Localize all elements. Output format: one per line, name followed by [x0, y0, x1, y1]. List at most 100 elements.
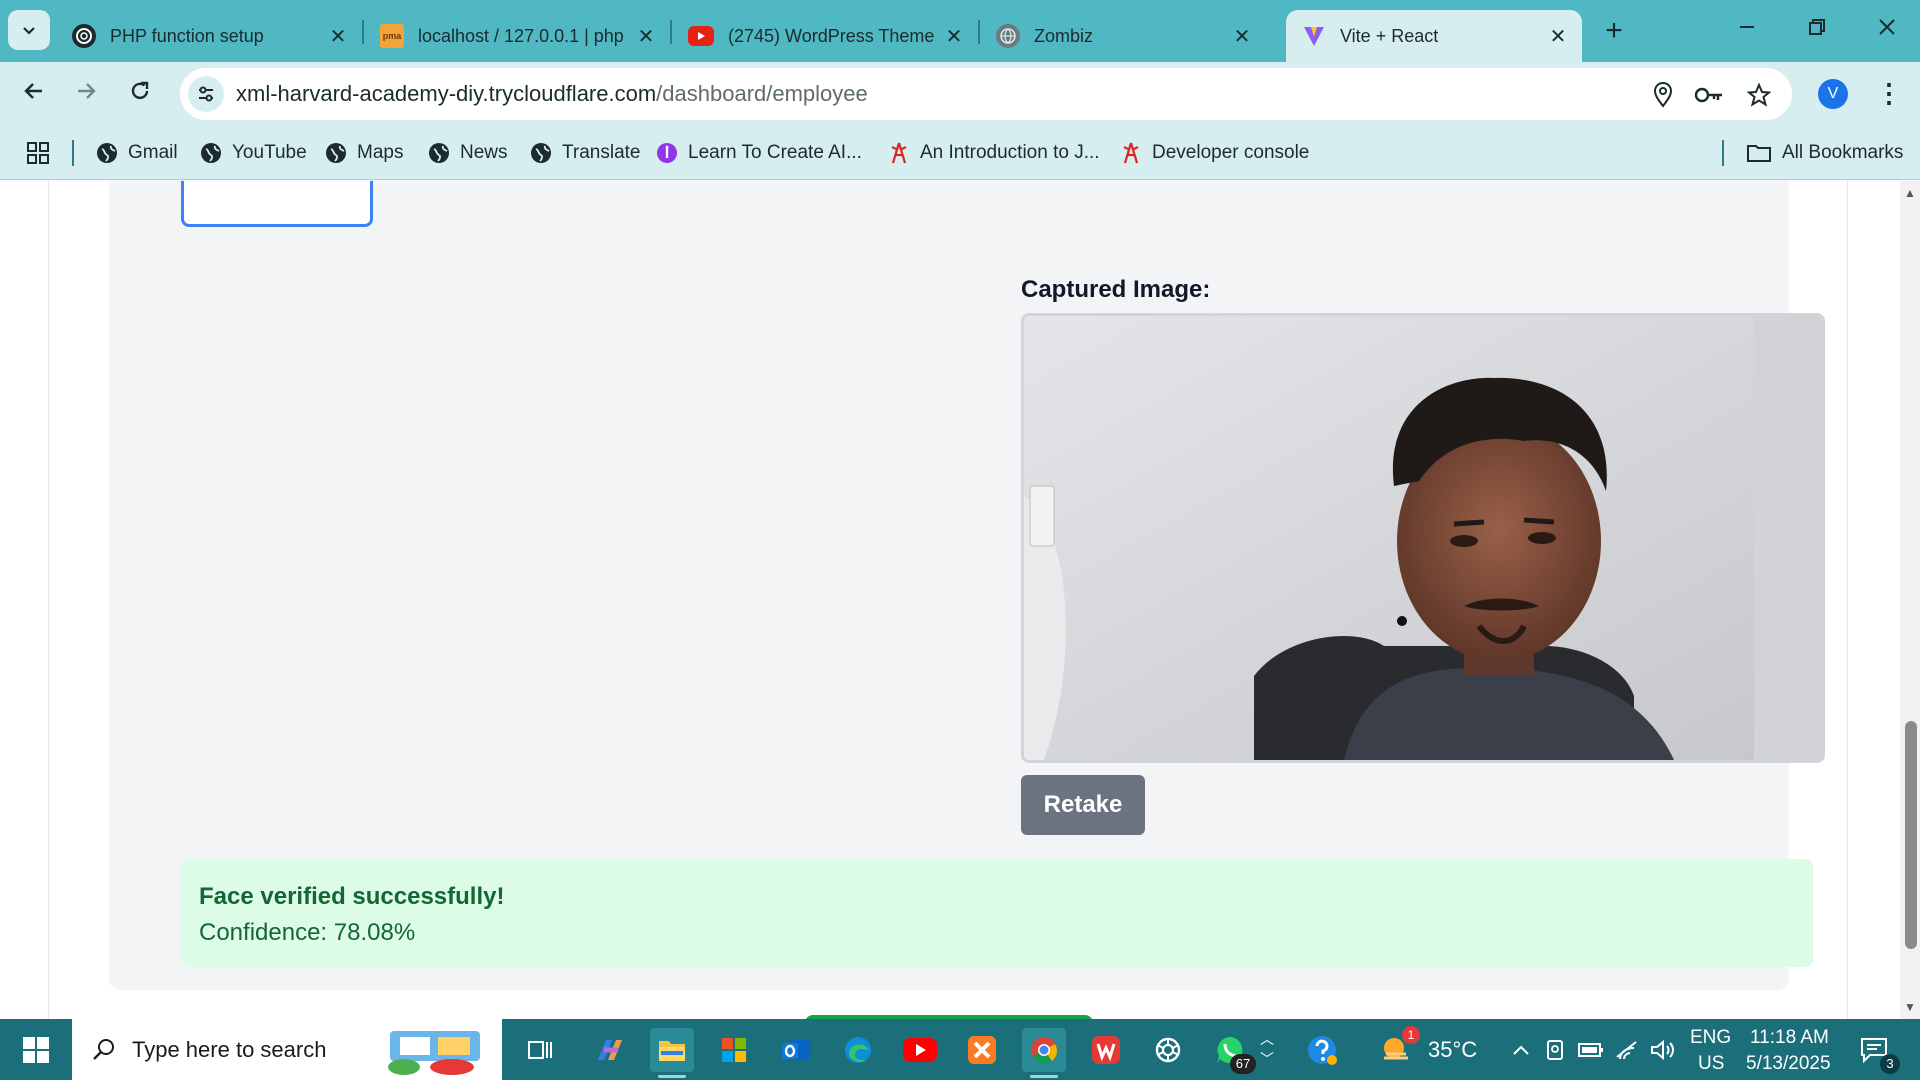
xampp-icon[interactable] [960, 1028, 1004, 1072]
captured-image [1021, 313, 1825, 763]
site-info-icon[interactable] [188, 76, 224, 112]
chevron-up-icon[interactable] [1506, 1028, 1536, 1072]
close-tab-icon[interactable]: ✕ [942, 24, 966, 49]
outlook-icon[interactable] [774, 1028, 818, 1072]
taskbar-overflow-arrows[interactable]: ︿ ﹀ [1256, 1023, 1278, 1075]
bookmark-label: News [460, 142, 508, 163]
tab-search-button[interactable] [8, 10, 50, 50]
result-title: Face verified successfully! [199, 883, 505, 910]
folder-icon [1746, 142, 1772, 164]
new-tab-button[interactable]: + [1596, 14, 1632, 50]
chevron-up-icon: ︿ [1260, 1031, 1274, 1047]
whatsapp-unread-badge: 67 [1230, 1054, 1256, 1074]
bookmark-maps[interactable]: Maps [325, 138, 403, 168]
bookmark-label: An Introduction to J... [920, 142, 1100, 163]
tab-title: PHP function setup [110, 25, 264, 46]
tab-wordpress-theme[interactable]: (2745) WordPress Theme ✕ [672, 10, 978, 62]
edge-icon[interactable] [836, 1028, 880, 1072]
restore-icon[interactable] [1792, 10, 1842, 50]
clock-time[interactable]: 11:18 AM [1750, 1027, 1829, 1049]
tab-php-function-setup[interactable]: PHP function setup ✕ [56, 10, 362, 62]
battery-icon[interactable] [1576, 1028, 1606, 1072]
bookmark-introduction[interactable]: An Introduction to J... [888, 138, 1100, 168]
bookmarks-bar: Gmail YouTube Maps News Translate Learn … [0, 126, 1920, 180]
more-menu-icon[interactable]: ⋮ [1876, 74, 1902, 114]
notifications-icon[interactable]: 3 [1852, 1028, 1900, 1074]
learn-ai-icon [656, 142, 678, 164]
tab-phpmyadmin[interactable]: pma localhost / 127.0.0.1 | php ✕ [364, 10, 670, 62]
search-placeholder: Type here to search [132, 1037, 327, 1062]
clock-date[interactable]: 5/13/2025 [1746, 1053, 1831, 1075]
globe-icon [996, 24, 1020, 48]
chatgpt-icon[interactable] [1146, 1028, 1190, 1072]
copilot-icon[interactable] [588, 1028, 632, 1072]
verification-result: Face verified successfully! Confidence: … [181, 859, 1813, 967]
vite-icon [1302, 24, 1326, 48]
scroll-up-icon[interactable]: ▲ [1900, 185, 1920, 201]
url-text[interactable]: xml-harvard-academy-diy.trycloudflare.co… [236, 81, 868, 107]
chrome-icon[interactable] [1022, 1028, 1066, 1078]
retake-button[interactable]: Retake [1021, 775, 1145, 835]
help-icon[interactable] [1300, 1028, 1344, 1072]
youtube-icon [688, 26, 714, 46]
back-icon[interactable] [14, 74, 54, 114]
bookmark-star-icon[interactable] [1744, 80, 1774, 110]
tab-title: Vite + React [1340, 25, 1439, 46]
notification-count-badge: 3 [1880, 1054, 1900, 1074]
bookmark-youtube[interactable]: YouTube [200, 138, 307, 168]
tab-vite-react[interactable]: Vite + React ✕ [1286, 10, 1582, 62]
bookmark-developer-console[interactable]: Developer console [1120, 138, 1309, 168]
tab-zombiz[interactable]: Zombiz ✕ [980, 10, 1266, 62]
language-bottom[interactable]: US [1698, 1053, 1724, 1075]
bookmark-translate[interactable]: Translate [530, 138, 641, 168]
youtube-app-icon[interactable] [898, 1028, 942, 1072]
chevron-down-icon: ﹀ [1260, 1051, 1274, 1067]
temperature[interactable]: 35°C [1428, 1037, 1477, 1063]
phpmyadmin-icon: pma [380, 24, 404, 48]
active-indicator [658, 1075, 686, 1078]
bookmark-label: Gmail [128, 142, 178, 163]
address-bar[interactable]: xml-harvard-academy-diy.trycloudflare.co… [180, 68, 1792, 120]
volume-icon[interactable] [1648, 1028, 1678, 1072]
taskbar-search-box[interactable]: Type here to search [72, 1019, 502, 1080]
tab-strip: PHP function setup ✕ pma localhost / 127… [0, 0, 1920, 62]
language-top[interactable]: ENG [1690, 1027, 1731, 1049]
profile-avatar[interactable]: V [1818, 79, 1848, 109]
forward-icon[interactable] [66, 74, 106, 114]
password-key-icon[interactable] [1694, 80, 1724, 110]
wps-office-icon[interactable] [1084, 1028, 1128, 1072]
scrollbar-thumb[interactable] [1905, 721, 1917, 949]
bookmarks-separator [1722, 140, 1724, 166]
active-indicator [1030, 1075, 1058, 1078]
minimize-icon[interactable] [1722, 10, 1772, 50]
location-icon[interactable] [1648, 80, 1678, 110]
close-tab-icon[interactable]: ✕ [326, 24, 350, 49]
close-tab-icon[interactable]: ✕ [1230, 24, 1254, 49]
reload-icon[interactable] [120, 74, 160, 114]
bookmark-learn-ai[interactable]: Learn To Create AI... [656, 138, 862, 168]
bookmark-news[interactable]: News [428, 138, 508, 168]
file-explorer-icon[interactable] [650, 1028, 694, 1078]
whatsapp-icon[interactable]: 67 [1208, 1028, 1256, 1074]
close-window-icon[interactable] [1862, 10, 1912, 50]
meet-now-icon[interactable] [1540, 1028, 1570, 1072]
all-bookmarks-button[interactable]: All Bookmarks [1746, 138, 1903, 168]
tower-icon [888, 142, 910, 164]
weather-icon[interactable]: 1 [1374, 1026, 1420, 1072]
close-tab-icon[interactable]: ✕ [1546, 24, 1570, 49]
close-tab-icon[interactable]: ✕ [634, 24, 658, 49]
scroll-down-icon[interactable]: ▼ [1900, 999, 1920, 1015]
wifi-icon[interactable] [1612, 1028, 1642, 1072]
url-host: xml-harvard-academy-diy.trycloudflare.co… [236, 81, 657, 106]
previous-input-box[interactable] [181, 181, 373, 227]
tab-title: localhost / 127.0.0.1 | php [418, 25, 624, 46]
bookmark-label: Learn To Create AI... [688, 142, 862, 163]
task-view-icon[interactable] [518, 1028, 562, 1072]
windows-start-icon[interactable] [0, 1019, 72, 1080]
microsoft-store-icon[interactable] [712, 1028, 756, 1072]
page-scrollbar[interactable]: ▲ ▼ [1900, 181, 1920, 1019]
apps-grid-icon[interactable] [26, 138, 50, 168]
bookmark-gmail[interactable]: Gmail [96, 138, 178, 168]
bookmark-label: Developer console [1152, 142, 1310, 163]
employee-dashboard-card: Captured Image: Retake Face verified suc… [48, 181, 1848, 1019]
